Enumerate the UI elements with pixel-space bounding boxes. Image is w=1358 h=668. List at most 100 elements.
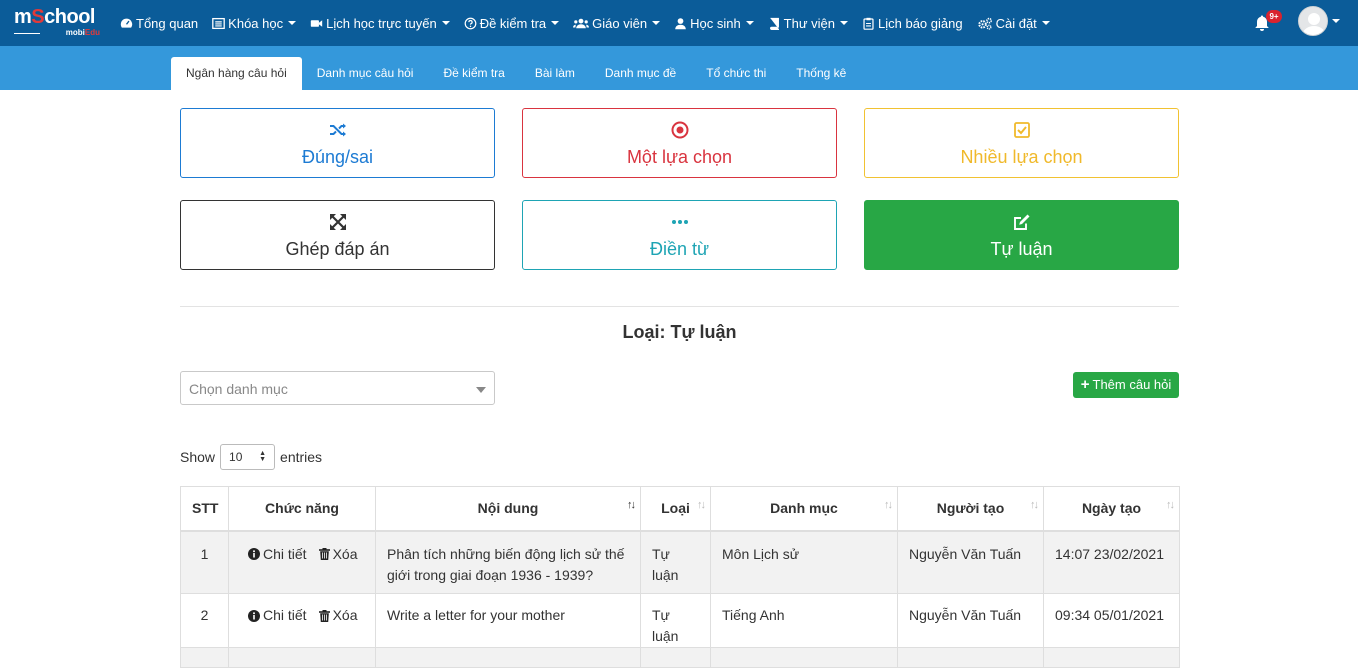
- caret-down-icon: [1041, 21, 1050, 25]
- nav-item-dashboard[interactable]: Tổng quan: [120, 16, 198, 31]
- caret-down-icon: [288, 21, 297, 25]
- cell-category: [710, 647, 898, 668]
- cell-creator: Nguyễn Văn Tuấn: [897, 593, 1044, 648]
- caret-down-icon: [476, 387, 486, 393]
- nav-label: Tổng quan: [136, 15, 199, 31]
- top-navbar: mSchool mobiEdu Tổng quan Khóa học Lịch …: [0, 0, 1358, 46]
- detail-label: Chi tiết: [263, 545, 307, 562]
- tab-submissions[interactable]: Bài làm: [520, 57, 590, 90]
- caret-down-icon: [840, 21, 849, 25]
- delete-button[interactable]: Xóa: [318, 605, 358, 626]
- type-matching-button[interactable]: Ghép đáp án: [180, 200, 495, 270]
- type-essay-button[interactable]: Tự luận: [864, 200, 1179, 270]
- nav-label: Đề kiểm tra: [479, 15, 547, 31]
- show-entries: Show 10 ▲ ▼ entries: [180, 444, 322, 470]
- tab-list: Ngân hàng câu hỏi Danh mục câu hỏi Đề ki…: [171, 57, 861, 90]
- cell-created: [1043, 647, 1180, 668]
- header-label: Nội dung: [477, 500, 539, 517]
- cell-actions: Chi tiết Xóa: [228, 593, 376, 648]
- category-select-placeholder: Chọn danh mục: [189, 381, 288, 397]
- tab-exam-organization[interactable]: Tổ chức thi: [691, 57, 781, 90]
- nav-label: Học sinh: [690, 15, 741, 31]
- caret-down-icon: [652, 21, 661, 25]
- show-label: Show: [180, 449, 216, 465]
- cell-creator: Nguyễn Văn Tuấn: [897, 530, 1044, 594]
- add-question-label: Thêm câu hỏi: [1092, 377, 1172, 392]
- users-icon: [573, 18, 590, 28]
- divider: [180, 306, 1179, 307]
- sub-tab-bar: Ngân hàng câu hỏi Danh mục câu hỏi Đề ki…: [0, 46, 1358, 90]
- nav-item-tests[interactable]: Đề kiểm tra: [464, 15, 560, 31]
- nav-label: Cài đặt: [995, 15, 1037, 31]
- clipboard-icon: [863, 17, 874, 30]
- col-header-type[interactable]: Loại ↑↓: [640, 486, 711, 532]
- tab-question-bank[interactable]: Ngân hàng câu hỏi: [171, 57, 302, 90]
- nav-item-teachers[interactable]: Giáo viên: [573, 16, 661, 31]
- delete-label: Xóa: [332, 607, 358, 623]
- expand-arrows-icon: [330, 214, 346, 230]
- avatar[interactable]: [1298, 6, 1328, 36]
- list-icon: [212, 17, 226, 29]
- sort-asc-icon: ↑↓: [627, 499, 636, 511]
- nav-label: Lịch báo giảng: [878, 15, 963, 31]
- tab-tests[interactable]: Đề kiểm tra: [428, 57, 519, 90]
- cogs-icon: [977, 17, 992, 30]
- entries-value: 10: [229, 450, 243, 464]
- cell-type: Tự luận: [640, 530, 711, 594]
- cell-content: Phân tích những biến động lịch sử thế gi…: [375, 530, 641, 594]
- tab-statistics[interactable]: Thống kê: [781, 57, 861, 90]
- logo-text-o: S: [31, 6, 45, 28]
- caret-down-icon: [551, 21, 560, 25]
- cell-actions: Chi tiết Xóa: [228, 530, 376, 594]
- cell-actions: [228, 647, 376, 668]
- sort-icon: ↑↓: [884, 499, 893, 511]
- trash-icon: [318, 609, 330, 622]
- type-multiple-choice-button[interactable]: Nhiều lựa chọn: [864, 108, 1179, 178]
- type-label: Điền từ: [649, 239, 710, 259]
- category-select[interactable]: Chọn danh mục: [180, 371, 495, 405]
- cell-stt: [180, 647, 229, 668]
- detail-button[interactable]: Chi tiết: [248, 605, 307, 626]
- type-fill-blank-button[interactable]: Điền từ: [522, 200, 837, 270]
- nav-item-lesson-schedule[interactable]: Lịch báo giảng: [862, 16, 963, 31]
- col-header-content[interactable]: Nội dung ↑↓: [375, 486, 641, 532]
- cell-type: Tự luận: [640, 593, 711, 648]
- info-circle-icon: [248, 548, 260, 560]
- logo-line: [14, 33, 40, 34]
- nav-item-online-schedule[interactable]: Lịch học trực tuyến: [310, 16, 450, 31]
- trash-icon: [318, 548, 330, 560]
- tab-test-categories[interactable]: Danh mục đề: [590, 57, 691, 90]
- header-label: Chức năng: [265, 500, 339, 517]
- detail-button[interactable]: Chi tiết: [248, 544, 307, 565]
- nav-item-courses[interactable]: Khóa học: [212, 15, 297, 31]
- tab-question-categories[interactable]: Danh mục câu hỏi: [302, 57, 429, 90]
- type-single-choice-button[interactable]: Một lựa chọn: [522, 108, 837, 178]
- nav-item-settings[interactable]: Cài đặt: [977, 16, 1050, 31]
- entries-per-page-select[interactable]: 10 ▲ ▼: [220, 444, 276, 470]
- shuffle-icon: [330, 123, 346, 137]
- cell-content: Write a letter for your mother: [375, 593, 641, 648]
- sort-icon: ↑↓: [697, 499, 706, 511]
- plus-icon: +: [1080, 376, 1090, 393]
- add-question-button[interactable]: + Thêm câu hỏi: [1073, 372, 1179, 398]
- type-true-false-button[interactable]: Đúng/sai: [180, 108, 495, 178]
- table-header-row: STT Chức năng Nội dung ↑↓ Loại ↑↓ Danh mục…: [180, 486, 1180, 532]
- edit-icon: [1014, 214, 1030, 230]
- caret-down-icon[interactable]: [1332, 19, 1340, 23]
- logo-sub-b: Edu: [84, 28, 100, 37]
- logo[interactable]: mSchool mobiEdu: [14, 6, 104, 38]
- header-label: Ngày tạo: [1081, 500, 1142, 517]
- col-header-category[interactable]: Danh mục ↑↓: [710, 486, 898, 532]
- col-header-created[interactable]: Ngày tạo ↑↓: [1043, 486, 1180, 532]
- header-label: Danh mục: [770, 500, 838, 517]
- dot-circle-icon: [671, 121, 689, 139]
- detail-label: Chi tiết: [263, 607, 307, 623]
- delete-button[interactable]: Xóa: [318, 544, 358, 565]
- type-label: Nhiều lựa chọn: [960, 147, 1083, 167]
- nav-item-students[interactable]: Học sinh: [674, 16, 754, 31]
- cell-type: [640, 647, 711, 668]
- nav-label: Khóa học: [228, 15, 284, 31]
- col-header-creator[interactable]: Người tạo ↑↓: [897, 486, 1044, 532]
- nav-item-library[interactable]: Thư viện: [768, 16, 849, 31]
- updown-icon: ▲ ▼: [259, 450, 267, 463]
